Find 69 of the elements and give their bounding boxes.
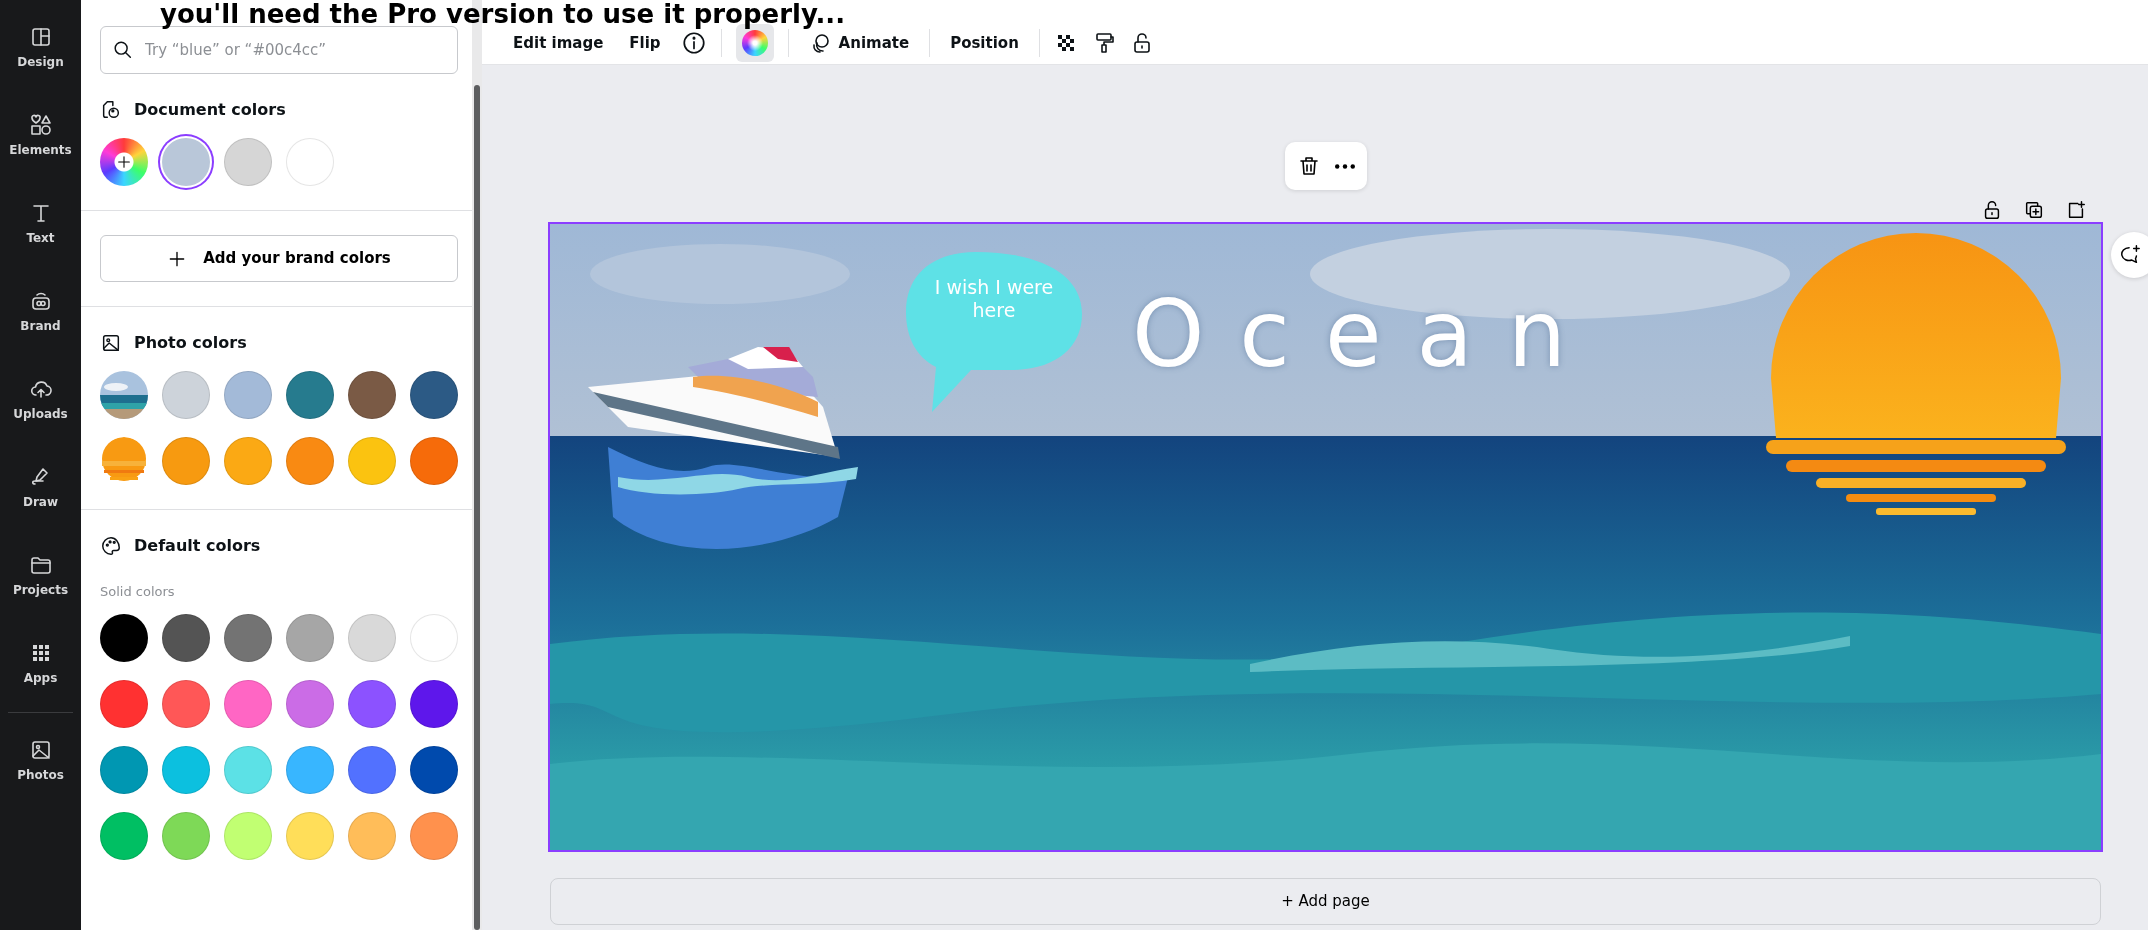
color-swatch[interactable] bbox=[410, 613, 458, 662]
shapes-icon bbox=[28, 113, 53, 137]
color-swatch[interactable] bbox=[348, 745, 396, 794]
color-swatch[interactable] bbox=[410, 679, 458, 728]
toolbar-button[interactable]: Position bbox=[944, 25, 1025, 61]
color-swatch[interactable] bbox=[348, 371, 396, 419]
color-swatch[interactable] bbox=[286, 745, 334, 794]
more-button[interactable] bbox=[1332, 161, 1357, 171]
duplicate-icon bbox=[2023, 199, 2045, 221]
subheading: Solid colors bbox=[100, 583, 176, 601]
color-swatch[interactable] bbox=[162, 811, 210, 860]
plus-icon bbox=[116, 154, 132, 170]
sidebar-tab[interactable]: Draw bbox=[0, 444, 81, 532]
color-swatch[interactable] bbox=[348, 811, 396, 860]
sidebar-tab[interactable]: Uploads bbox=[0, 356, 81, 444]
color-swatch[interactable] bbox=[100, 811, 148, 860]
more-icon bbox=[1334, 163, 1355, 169]
sidebar-tab[interactable]: Projects bbox=[0, 532, 81, 620]
color-swatch[interactable] bbox=[224, 679, 272, 728]
sidebar-tab[interactable]: Elements bbox=[0, 92, 81, 180]
color-swatch[interactable] bbox=[224, 437, 272, 485]
design-heading: Ocean bbox=[1132, 284, 1602, 386]
color-swatch[interactable] bbox=[224, 811, 272, 860]
color-swatch[interactable] bbox=[410, 371, 458, 419]
sidebar-tab[interactable]: Text bbox=[0, 180, 81, 268]
color-swatch[interactable] bbox=[286, 679, 334, 728]
scrollbar-thumb[interactable] bbox=[474, 85, 480, 930]
color-swatch[interactable] bbox=[286, 138, 334, 186]
palette-icon bbox=[100, 535, 122, 557]
add-page-button[interactable]: + Add page bbox=[550, 878, 2101, 925]
color-swatch[interactable] bbox=[348, 679, 396, 728]
color-swatch[interactable] bbox=[410, 811, 458, 860]
color-swatch[interactable] bbox=[162, 679, 210, 728]
color-swatch[interactable] bbox=[410, 437, 458, 485]
search-icon bbox=[112, 39, 134, 61]
color-swatch[interactable] bbox=[162, 613, 210, 662]
color-swatch[interactable] bbox=[224, 613, 272, 662]
color-swatch[interactable] bbox=[286, 811, 334, 860]
section-heading: Default colors bbox=[134, 535, 261, 557]
section-heading: Photo colors bbox=[134, 332, 247, 354]
image-icon bbox=[100, 332, 122, 354]
sidebar-tab[interactable]: Photos bbox=[0, 717, 81, 805]
color-swatch[interactable] bbox=[100, 679, 148, 728]
palette-document-icon bbox=[100, 99, 122, 121]
color-swatch[interactable] bbox=[286, 613, 334, 662]
add-color-button[interactable] bbox=[100, 138, 148, 186]
color-swatch[interactable] bbox=[348, 437, 396, 485]
section-heading: Document colors bbox=[134, 99, 286, 121]
add-brand-colors-button[interactable]: Add your brand colors bbox=[100, 235, 458, 282]
color-swatch[interactable] bbox=[224, 138, 272, 186]
info-icon[interactable] bbox=[680, 30, 707, 56]
color-swatch[interactable] bbox=[100, 613, 148, 662]
speech-bubble-plus-icon bbox=[2119, 244, 2141, 266]
color-swatch[interactable] bbox=[410, 745, 458, 794]
color-swatch[interactable] bbox=[162, 138, 210, 186]
color-swatch[interactable] bbox=[162, 745, 210, 794]
comment-button[interactable] bbox=[2111, 232, 2148, 278]
color-swatch[interactable] bbox=[162, 437, 210, 485]
color-swatch[interactable] bbox=[224, 371, 272, 419]
sidebar-tab[interactable]: Apps bbox=[0, 620, 81, 708]
color-swatch[interactable] bbox=[348, 613, 396, 662]
bubble-text: I wish I were here bbox=[933, 276, 1055, 322]
color-swatch[interactable] bbox=[286, 371, 334, 419]
sidebar-tab[interactable]: Brand bbox=[0, 268, 81, 356]
color-swatch[interactable] bbox=[100, 745, 148, 794]
color-swatch[interactable] bbox=[162, 371, 210, 419]
sidebar-tab[interactable]: Design bbox=[0, 4, 81, 92]
color-swatch[interactable] bbox=[286, 437, 334, 485]
color-swatch[interactable] bbox=[224, 745, 272, 794]
